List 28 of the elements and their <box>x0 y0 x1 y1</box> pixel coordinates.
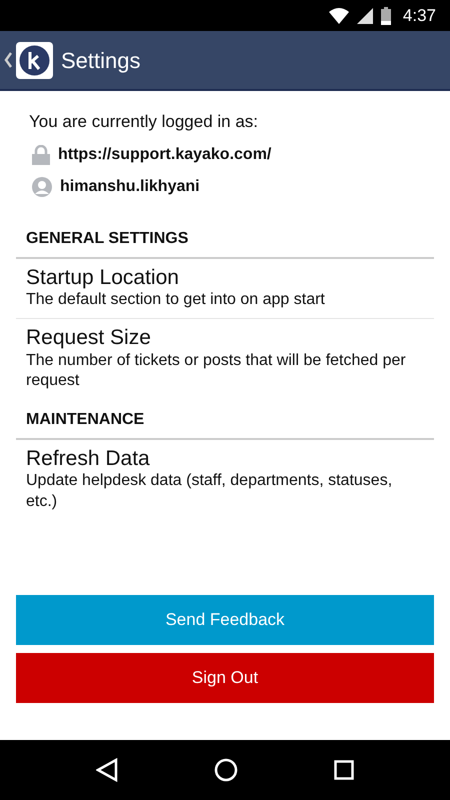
back-icon <box>4 52 12 68</box>
battery-icon <box>380 6 391 24</box>
setting-title: Startup Location <box>26 264 180 290</box>
signal-icon <box>356 8 373 24</box>
login-intro: You are currently logged in as: <box>29 111 260 133</box>
recents-icon[interactable] <box>334 760 354 780</box>
settings-item[interactable]: Request Size The number of tickets or posts that will be fetched per request <box>16 318 434 400</box>
screen-title: Settings <box>61 46 140 75</box>
sign-out-button[interactable]: Sign Out <box>16 653 434 703</box>
settings-item[interactable]: Startup Location The default section to get into on app start <box>16 258 434 318</box>
lock-icon <box>32 144 50 164</box>
setting-title: Request Size <box>26 325 152 351</box>
section-header: GENERAL SETTINGS <box>16 226 434 258</box>
settings-item[interactable]: Refresh Data Update helpdesk data (staff, departments, statuses, etc.) <box>16 440 434 522</box>
setting-description: Update helpdesk data (staff, departments, statuses, etc.) <box>26 471 394 512</box>
app-logo-icon <box>16 42 53 78</box>
username: himanshu.likhyani <box>60 176 200 196</box>
user-icon <box>32 176 52 196</box>
section-header: MAINTENANCE <box>16 408 434 440</box>
back-nav-icon[interactable] <box>96 758 118 782</box>
site-url: https://support.kayako.com/ <box>58 144 272 164</box>
setting-description: The number of tickets or posts that will be fetched per request <box>26 350 407 392</box>
status-time: 4:37 <box>402 4 436 27</box>
home-icon[interactable] <box>214 758 238 782</box>
back-button[interactable] <box>4 42 53 78</box>
setting-title: Refresh Data <box>26 446 151 472</box>
setting-description: The default section to get into on app start <box>26 290 326 310</box>
wifi-icon <box>328 8 349 24</box>
